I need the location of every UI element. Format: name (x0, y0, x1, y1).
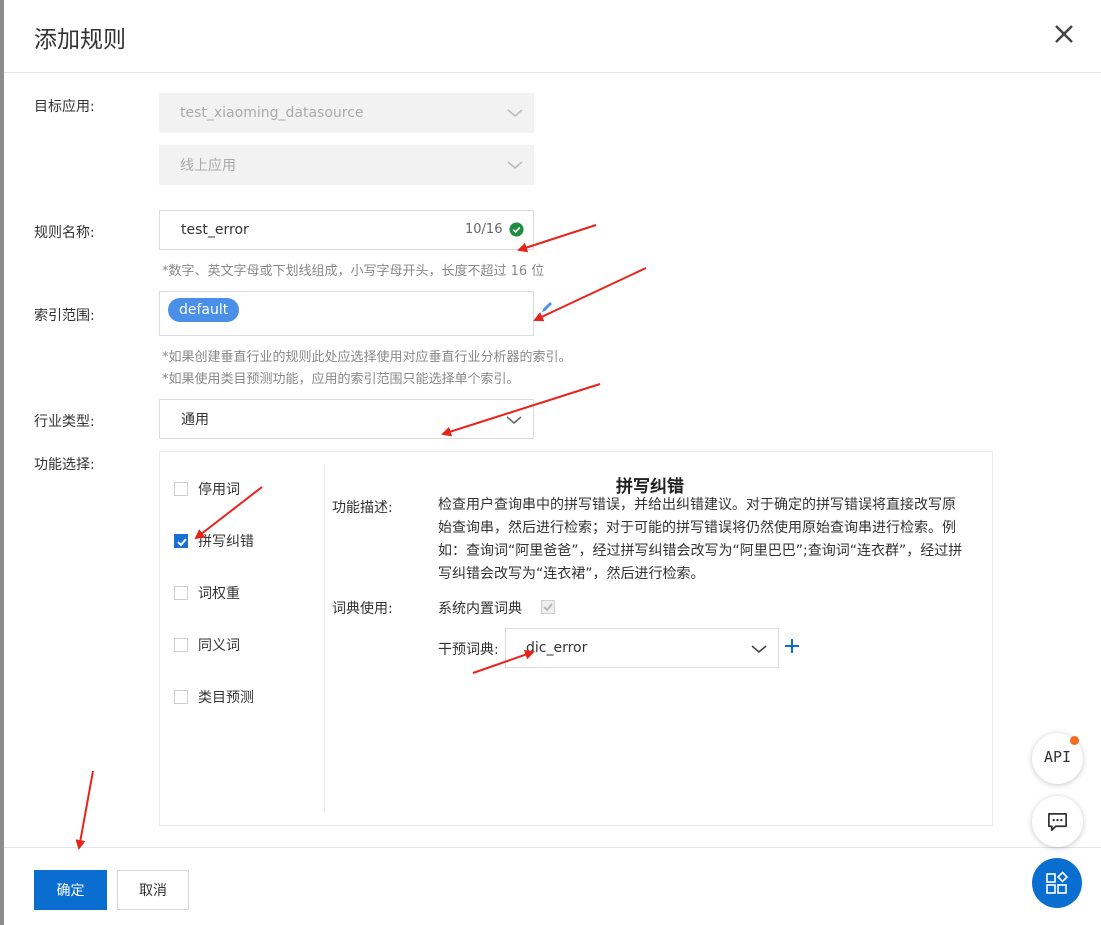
rule-name-label: 规则名称: (34, 225, 95, 241)
window-left-edge (0, 0, 4, 925)
checkbox-checked[interactable] (174, 534, 188, 548)
api-button[interactable]: API (1032, 733, 1083, 784)
feature-label: 词权重 (198, 586, 240, 602)
checkbox[interactable] (174, 586, 188, 600)
environment-select: 线上应用 (159, 145, 534, 185)
annotation-arrow (75, 770, 94, 850)
chevron-down-icon (751, 645, 767, 654)
index-scope-hint-1: *如果创建垂直行业的规则此处应选择使用对应垂直行业分析器的索引。 (162, 350, 572, 365)
chat-button[interactable] (1032, 796, 1083, 847)
environment-value: 线上应用 (180, 158, 236, 174)
intervene-dict-value: dic_error (526, 640, 588, 656)
add-icon[interactable] (784, 638, 800, 654)
checkbox[interactable] (174, 482, 188, 496)
index-scope-hint-2: *如果使用类目预测功能，应用的索引范围只能选择单个索引。 (162, 372, 520, 387)
feature-label: 类目预测 (198, 690, 254, 706)
chat-icon (1048, 812, 1067, 831)
close-icon[interactable] (1050, 20, 1078, 48)
dict-label: 词典使用: (332, 601, 393, 617)
industry-select[interactable]: 通用 (159, 399, 534, 439)
footer-divider (4, 847, 1101, 848)
datasource-select: test_xiaoming_datasource (159, 93, 534, 133)
dialog-header: 添加规则 (4, 0, 1101, 73)
check-icon (177, 538, 187, 547)
rule-name-value: test_error (181, 222, 249, 238)
intervene-dict-select[interactable]: dic_error (505, 628, 779, 668)
feature-term-weight[interactable]: 词权重 (174, 583, 240, 603)
rule-name-hint: *数字、英文字母或下划线组成，小写字母开头，长度不超过 16 位 (162, 264, 545, 279)
check-circle-icon (509, 222, 524, 237)
rule-name-input[interactable]: test_error 10/16 (159, 210, 534, 250)
api-label: API (1043, 748, 1072, 766)
edit-icon[interactable] (540, 300, 554, 314)
system-dict-label: 系统内置词典 (438, 601, 522, 617)
checkbox[interactable] (174, 690, 188, 704)
dialog-title: 添加规则 (34, 27, 126, 53)
feature-panel: 停用词 拼写纠错 词权重 同义词 类目预测 拼写纠错 功能描述: 检查用户查询串… (159, 451, 993, 826)
check-icon (543, 603, 553, 612)
feature-spell-correction[interactable]: 拼写纠错 (174, 531, 254, 551)
feature-description: 检查用户查询串中的拼写错误，并给出纠错建议。对于确定的拼写错误将直接改写原始查询… (438, 497, 963, 582)
cancel-button[interactable]: 取消 (117, 870, 189, 910)
confirm-button[interactable]: 确定 (34, 870, 107, 910)
system-dict-checkbox (541, 600, 555, 614)
chevron-down-icon (507, 161, 523, 170)
feature-label: 停用词 (198, 482, 240, 498)
index-scope-label: 索引范围: (34, 308, 95, 324)
intervene-dict-label: 干预词典: (438, 642, 499, 658)
feature-label: 拼写纠错 (198, 534, 254, 550)
feature-stopword[interactable]: 停用词 (174, 479, 240, 499)
datasource-value: test_xiaoming_datasource (180, 105, 364, 121)
divider (324, 464, 325, 812)
chevron-down-icon (506, 416, 522, 425)
feature-synonym[interactable]: 同义词 (174, 635, 240, 655)
target-app-label: 目标应用: (34, 99, 95, 115)
checkbox[interactable] (174, 638, 188, 652)
features-label: 功能选择: (34, 457, 95, 473)
char-counter: 10/16 (465, 222, 503, 237)
apps-button[interactable] (1032, 858, 1082, 908)
industry-label: 行业类型: (34, 414, 95, 430)
desc-label: 功能描述: (332, 500, 393, 516)
chevron-down-icon (507, 109, 523, 118)
apps-icon (1046, 871, 1069, 894)
index-scope-field[interactable]: default (159, 291, 534, 336)
feature-category-prediction[interactable]: 类目预测 (174, 687, 254, 707)
index-tag-default[interactable]: default (168, 298, 240, 322)
feature-label: 同义词 (198, 638, 240, 654)
notification-dot (1070, 736, 1079, 745)
industry-value: 通用 (181, 412, 209, 428)
